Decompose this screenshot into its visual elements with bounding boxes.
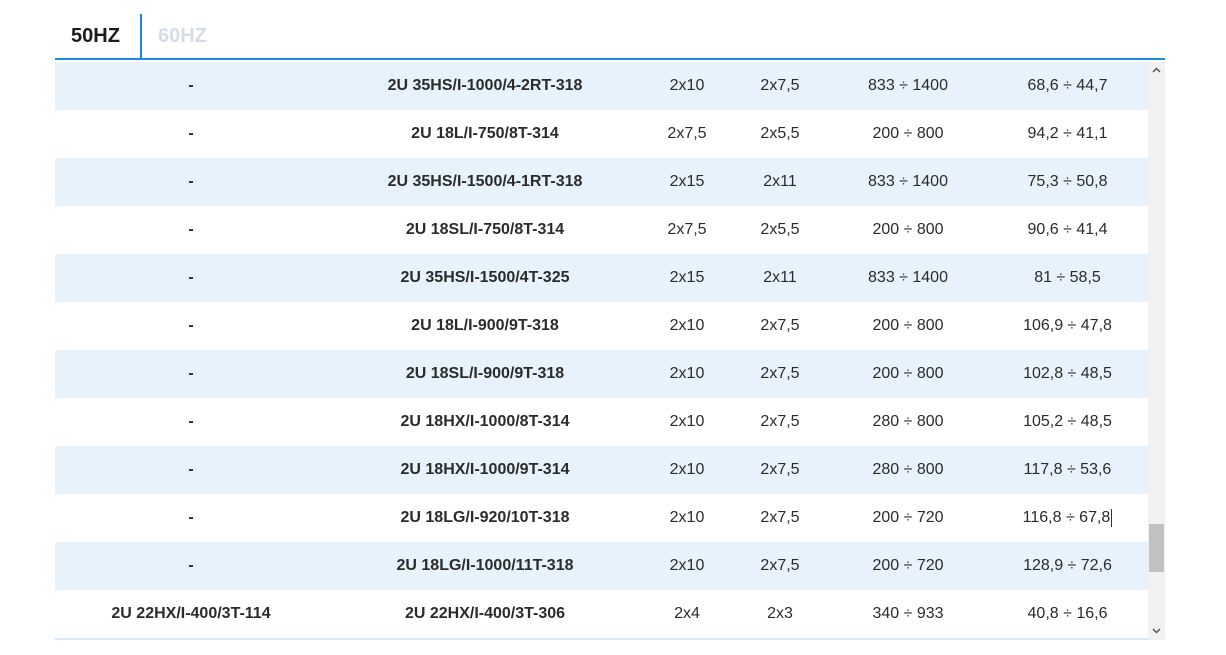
table-cell: 68,6 ÷ 44,7 — [1027, 77, 1108, 94]
table-cell: 2x7,5 — [760, 365, 800, 382]
table-cell: 2U 35HS/I-1500/4-1RT-318 — [387, 173, 583, 190]
table-cell: - — [188, 125, 194, 142]
table-cell: - — [188, 77, 194, 94]
table-cell: 40,8 ÷ 16,6 — [1027, 605, 1108, 622]
table-row: - 2U 35HS/I-1000/4-2RT-318 2x10 2x7,5 83… — [55, 62, 1148, 110]
table-row: - 2U 35HS/I-1500/4T-325 2x15 2x11 833 ÷ … — [55, 254, 1148, 302]
table-cell: 2x7,5 — [760, 413, 800, 430]
table-cell: 81 ÷ 58,5 — [1034, 269, 1101, 286]
table-cell: 2x5,5 — [760, 125, 800, 142]
table-cell: 833 ÷ 1400 — [868, 173, 948, 190]
table-cell: 2x10 — [669, 365, 705, 382]
scroll-down-button[interactable] — [1148, 623, 1165, 640]
table-cell: - — [188, 509, 194, 526]
table-cell: 2x11 — [763, 173, 797, 190]
table-cell: 2x7,5 — [667, 125, 707, 142]
table-cell: - — [188, 317, 194, 334]
table-cell: 200 ÷ 800 — [872, 317, 944, 334]
tab-50hz[interactable]: 50HZ — [55, 14, 136, 58]
table-cell: - — [188, 461, 194, 478]
table-cell: 200 ÷ 720 — [872, 509, 944, 526]
table-cell: - — [188, 269, 194, 286]
table-cell: 2U 35HS/I-1000/4-2RT-318 — [387, 77, 583, 94]
table-cell: 2x15 — [669, 269, 705, 286]
table-cell: - — [188, 413, 194, 430]
table-cell: 2x10 — [669, 77, 705, 94]
table-cell: 2x10 — [669, 557, 705, 574]
table-cell: 833 ÷ 1400 — [868, 269, 948, 286]
table-cell: 280 ÷ 800 — [872, 461, 944, 478]
table-row: - 2U 18SL/I-900/9T-318 2x10 2x7,5 200 ÷ … — [55, 350, 1148, 398]
table-cell: 2x3 — [767, 605, 793, 622]
table-cell: 2x7,5 — [667, 221, 707, 238]
text-caret — [1111, 508, 1113, 527]
table-row: 2U 22HX/I-400/3T-114 2U 22HX/I-400/3T-30… — [55, 590, 1148, 638]
table-cell: 200 ÷ 800 — [872, 125, 944, 142]
table-cell: 2U 18SL/I-900/9T-318 — [405, 365, 565, 382]
table-cell: 2x10 — [669, 509, 705, 526]
table-cell: 2x7,5 — [760, 77, 800, 94]
table-cell: 90,6 ÷ 41,4 — [1027, 221, 1108, 238]
table-cell: 128,9 ÷ 72,6 — [1023, 557, 1112, 574]
table-cell: 105,2 ÷ 48,5 — [1023, 413, 1112, 430]
table-cell: 2x7,5 — [760, 317, 800, 334]
table-row: - 2U 18L/I-750/8T-314 2x7,5 2x5,5 200 ÷ … — [55, 110, 1148, 158]
table-row: - 2U 35HS/I-1500/4-1RT-318 2x15 2x11 833… — [55, 158, 1148, 206]
table-cell: 2x7,5 — [760, 461, 800, 478]
table-cell: 2U 18HX/I-1000/9T-314 — [400, 461, 570, 478]
tab-60hz[interactable]: 60HZ — [142, 14, 223, 58]
table-cell: 340 ÷ 933 — [872, 605, 944, 622]
table-cell: 2x5,5 — [760, 221, 800, 238]
table-cell: - — [188, 173, 194, 190]
table-cell: 200 ÷ 800 — [872, 365, 944, 382]
table-cell: 2x11 — [763, 269, 797, 286]
table-cell: 75,3 ÷ 50,8 — [1027, 173, 1108, 190]
table-cell: 200 ÷ 800 — [872, 221, 944, 238]
table-cell: 2U 22HX/I-400/3T-306 — [404, 605, 566, 622]
table-cell: - — [188, 557, 194, 574]
table-cell: 94,2 ÷ 41,1 — [1027, 125, 1108, 142]
table-cell: 2x7,5 — [760, 509, 800, 526]
table-cell: 2U 18LG/I-1000/11T-318 — [396, 557, 574, 574]
frequency-tabs: 50HZ 60HZ — [55, 14, 1165, 60]
table-cell-with-caret[interactable]: 116,8 ÷ 67,8 — [987, 494, 1148, 542]
table-cell: - — [188, 365, 194, 382]
table-cell: 106,9 ÷ 47,8 — [1023, 317, 1112, 334]
table-cell: 280 ÷ 800 — [872, 413, 944, 430]
table-cell: 117,8 ÷ 53,6 — [1023, 461, 1112, 478]
table-row: - 2U 18LG/I-920/10T-318 2x10 2x7,5 200 ÷… — [55, 494, 1148, 542]
table-cell: 833 ÷ 1400 — [868, 77, 948, 94]
scroll-thumb[interactable] — [1149, 524, 1164, 572]
scroll-up-button[interactable] — [1148, 62, 1165, 79]
table-cell-text: 116,8 ÷ 67,8 — [1022, 509, 1111, 526]
table-row: - 2U 18SL/I-750/8T-314 2x7,5 2x5,5 200 ÷… — [55, 206, 1148, 254]
table-cell: 2U 18L/I-750/8T-314 — [411, 125, 559, 142]
chevron-down-icon — [1152, 628, 1161, 634]
table-cell: 2U 18LG/I-920/10T-318 — [400, 509, 570, 526]
table-cell: 2U 18SL/I-750/8T-314 — [405, 221, 565, 238]
table-bottom-border — [55, 638, 1148, 640]
table-cell: 2x10 — [669, 461, 705, 478]
product-table: - 2U 35HS/I-1000/4-2RT-318 2x10 2x7,5 83… — [55, 62, 1148, 640]
table-cell: 2x4 — [674, 605, 700, 622]
table-cell: 2x10 — [669, 317, 705, 334]
vertical-scrollbar[interactable] — [1148, 62, 1165, 640]
table-cell: 2x7,5 — [760, 557, 800, 574]
table-cell: 2U 35HS/I-1500/4T-325 — [400, 269, 570, 286]
table-cell: 102,8 ÷ 48,5 — [1023, 365, 1112, 382]
table-cell: 200 ÷ 720 — [872, 557, 944, 574]
table-cell: - — [188, 221, 194, 238]
chevron-up-icon — [1152, 67, 1161, 73]
table-row: - 2U 18LG/I-1000/11T-318 2x10 2x7,5 200 … — [55, 542, 1148, 590]
table-cell: 2U 18HX/I-1000/8T-314 — [400, 413, 570, 430]
table-row: - 2U 18HX/I-1000/8T-314 2x10 2x7,5 280 ÷… — [55, 398, 1148, 446]
table-cell: 2x15 — [669, 173, 705, 190]
table-cell: 2x10 — [669, 413, 705, 430]
table-cell: 2U 22HX/I-400/3T-114 — [111, 605, 271, 622]
table-row: - 2U 18HX/I-1000/9T-314 2x10 2x7,5 280 ÷… — [55, 446, 1148, 494]
table-row: - 2U 18L/I-900/9T-318 2x10 2x7,5 200 ÷ 8… — [55, 302, 1148, 350]
table-cell: 2U 18L/I-900/9T-318 — [411, 317, 559, 334]
